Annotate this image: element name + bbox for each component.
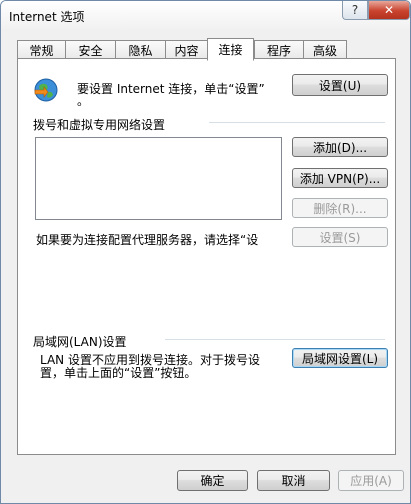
- lan-settings-button[interactable]: 局域网设置(L): [292, 348, 388, 368]
- ok-button[interactable]: 确定: [177, 470, 248, 491]
- lan-description-cont: 置，单击上面的“设置”按钮。: [40, 366, 197, 380]
- window-title: Internet 选项: [9, 10, 85, 24]
- tab-programs[interactable]: 程序: [254, 40, 303, 60]
- connections-list[interactable]: [35, 137, 282, 220]
- lan-heading: 局域网(LAN)设置: [33, 335, 127, 349]
- dialup-divider: [209, 122, 385, 123]
- tab-advanced[interactable]: 高级: [303, 40, 347, 60]
- title-bar: Internet 选项 ? ✕: [1, 1, 410, 31]
- add-vpn-button[interactable]: 添加 VPN(P)...: [292, 168, 388, 188]
- help-button[interactable]: ?: [342, 1, 368, 20]
- tab-content[interactable]: 内容: [165, 40, 207, 60]
- internet-globe-icon: [34, 78, 58, 102]
- add-button[interactable]: 添加(D)...: [292, 137, 388, 157]
- close-icon: ✕: [383, 3, 395, 17]
- proxy-description: 如果要为连接配置代理服务器，请选择“设: [36, 233, 259, 247]
- tab-strip: 常规 安全 隐私 内容 连接 程序 高级: [17, 38, 347, 61]
- setup-description-cont: 。: [77, 94, 90, 108]
- tab-connections[interactable]: 连接: [207, 38, 254, 61]
- lan-divider: [165, 339, 385, 340]
- help-icon: ?: [351, 3, 359, 17]
- apply-button[interactable]: 应用(A): [338, 470, 404, 491]
- internet-options-dialog: Internet 选项 ? ✕ 常规 安全 隐私 内容 连接 程序 高级 要设置…: [0, 0, 411, 504]
- dialup-settings-button[interactable]: 设置(S): [292, 227, 388, 247]
- cancel-button[interactable]: 取消: [257, 470, 330, 491]
- setup-button[interactable]: 设置(U): [292, 74, 388, 96]
- tab-general[interactable]: 常规: [17, 40, 65, 60]
- tab-privacy[interactable]: 隐私: [115, 40, 165, 60]
- dialup-heading: 拨号和虚拟专用网络设置: [33, 118, 166, 132]
- delete-button[interactable]: 删除(R)...: [292, 198, 388, 218]
- tab-security[interactable]: 安全: [65, 40, 115, 60]
- close-button[interactable]: ✕: [368, 1, 410, 20]
- setup-description: 要设置 Internet 连接，单击“设置”: [77, 82, 265, 96]
